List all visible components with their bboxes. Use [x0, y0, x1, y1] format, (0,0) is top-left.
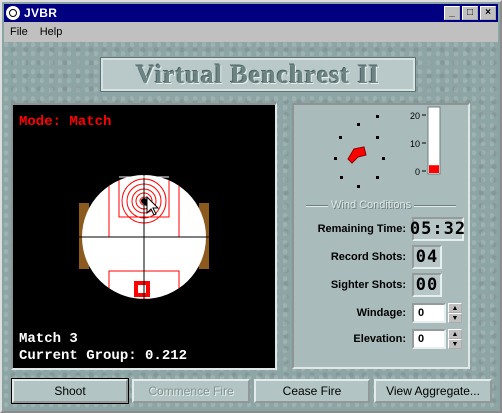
windage-field[interactable]: 0	[412, 303, 446, 323]
elevation-up-arrow-icon[interactable]: ▲	[448, 329, 462, 339]
scope-graphic	[13, 141, 275, 368]
compass-dot	[339, 136, 342, 139]
match-label: Match 3	[19, 331, 78, 347]
aiming-square-top	[134, 141, 150, 157]
menu-file[interactable]: File	[4, 26, 34, 38]
gauge-tick-label: 10	[410, 139, 420, 149]
wind-speed-fill	[429, 165, 439, 173]
conditions-panel: 20 10 0 Wind Conditions Remaining Time: …	[292, 103, 470, 369]
wind-display: 20 10 0	[294, 105, 468, 195]
app-logo: Virtual Benchrest II	[100, 57, 416, 92]
elevation-field[interactable]: 0	[412, 329, 446, 349]
sighter-shots-row: Sighter Shots: 00	[294, 273, 468, 297]
remaining-time-row: Remaining Time: 05:32	[294, 217, 468, 241]
menu-bar: File Help	[4, 22, 498, 42]
commence-fire-button[interactable]: Commence Fire	[132, 379, 250, 403]
current-group-label: Current Group: 0.212	[19, 348, 188, 364]
compass-dot	[357, 185, 360, 188]
window-controls: _ □ ×	[444, 6, 496, 20]
wind-conditions-label: Wind Conditions	[328, 199, 415, 211]
main-content: Virtual Benchrest II Mode: Match Match 3…	[4, 42, 498, 409]
windage-label: Windage:	[356, 307, 406, 319]
close-button[interactable]: ×	[480, 6, 496, 20]
compass-dot	[376, 115, 379, 118]
view-aggregate-button[interactable]: View Aggregate...	[374, 379, 492, 403]
sighter-shots-label: Sighter Shots:	[330, 279, 406, 291]
windage-spinner: 0 ▲ ▼	[412, 303, 462, 323]
elevation-spinner: 0 ▲ ▼	[412, 329, 462, 349]
menu-help[interactable]: Help	[34, 26, 69, 38]
target-icon	[6, 6, 20, 20]
wind-flag-icon	[347, 146, 367, 164]
window-title: JVBR	[24, 6, 58, 20]
wind-speed-gauge	[427, 106, 441, 175]
elevation-label: Elevation:	[353, 333, 406, 345]
compass-dot	[340, 176, 343, 179]
title-bar[interactable]: JVBR _ □ ×	[4, 4, 498, 22]
shoot-button[interactable]: Shoot	[11, 378, 129, 404]
compass-dot	[376, 136, 379, 139]
aiming-square-top-center	[138, 145, 146, 153]
record-shots-row: Record Shots: 04	[294, 245, 468, 269]
aiming-square-bottom-center	[138, 285, 146, 293]
compass-dot	[382, 157, 385, 160]
gauge-tick-label: 0	[415, 167, 420, 177]
record-shots-label: Record Shots:	[330, 251, 406, 263]
scope-view[interactable]: Mode: Match Match 3 Current Group: 0.212	[11, 103, 277, 370]
wind-compass: 20 10 0	[334, 106, 441, 188]
compass-dot	[334, 157, 337, 160]
windage-up-arrow-icon[interactable]: ▲	[448, 303, 462, 313]
mode-label: Mode: Match	[19, 114, 112, 130]
windage-row: Windage: 0 ▲ ▼	[294, 303, 468, 323]
record-shots-display: 04	[412, 245, 442, 269]
minimize-button[interactable]: _	[444, 6, 460, 20]
maximize-button[interactable]: □	[462, 6, 478, 20]
cease-fire-button[interactable]: Cease Fire	[254, 379, 370, 403]
app-window: JVBR _ □ × File Help Virtual Benchrest I…	[0, 0, 502, 413]
gauge-tick-label: 20	[410, 111, 420, 121]
windage-down-arrow-icon[interactable]: ▼	[448, 313, 462, 323]
remaining-time-label: Remaining Time:	[317, 223, 406, 235]
compass-dot	[357, 123, 360, 126]
compass-dot	[376, 176, 379, 179]
logo-text: Virtual Benchrest II	[136, 59, 380, 89]
elevation-row: Elevation: 0 ▲ ▼	[294, 329, 468, 349]
sighter-shots-display: 00	[412, 273, 442, 297]
elevation-down-arrow-icon[interactable]: ▼	[448, 339, 462, 349]
remaining-time-display: 05:32	[409, 217, 467, 241]
